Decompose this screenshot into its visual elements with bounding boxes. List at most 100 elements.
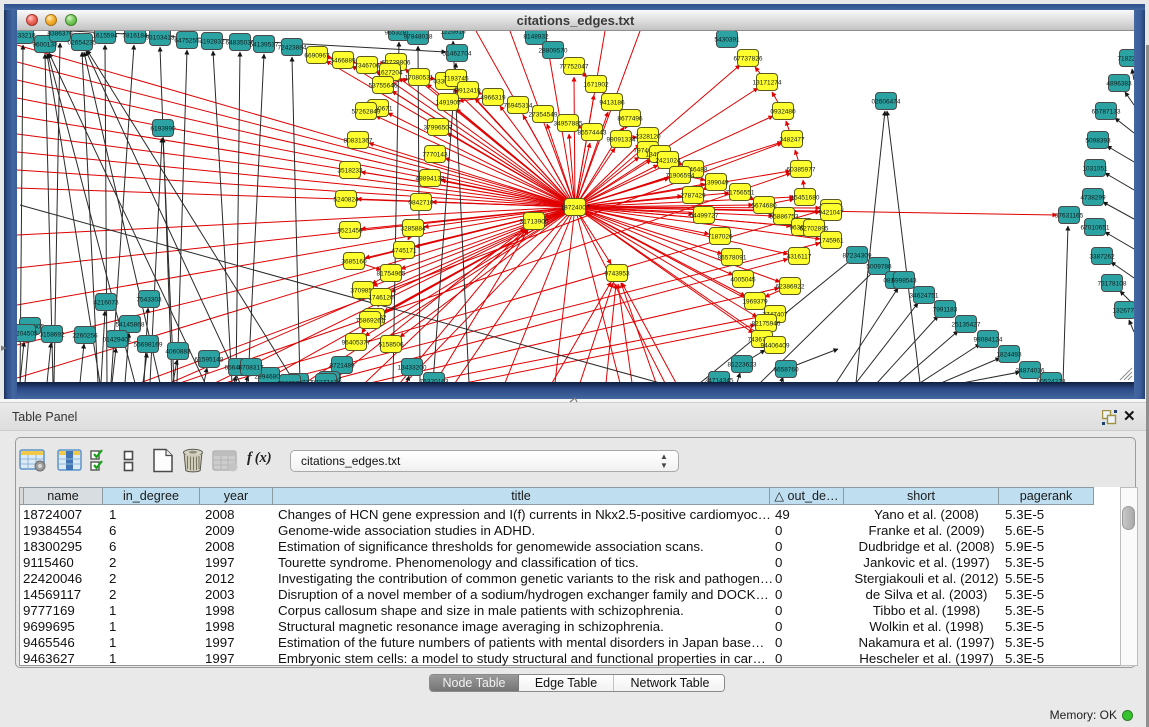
svg-text:9521456: 9521456 xyxy=(337,227,363,234)
svg-text:54145868: 54145868 xyxy=(116,321,145,328)
svg-text:1226916: 1226916 xyxy=(440,31,466,35)
svg-text:37996507: 37996507 xyxy=(424,124,453,131)
svg-text:67737826: 67737826 xyxy=(734,55,763,62)
svg-text:2260256: 2260256 xyxy=(72,332,98,339)
svg-text:28809570: 28809570 xyxy=(539,47,568,54)
svg-text:55698169: 55698169 xyxy=(134,341,163,348)
svg-text:04499727: 04499727 xyxy=(690,212,719,219)
svg-text:37631165: 37631165 xyxy=(1055,212,1084,219)
svg-text:64139537: 64139537 xyxy=(250,41,279,48)
svg-text:76945314: 76945314 xyxy=(504,102,533,109)
svg-text:7187026: 7187026 xyxy=(707,233,733,240)
svg-text:73178108: 73178108 xyxy=(1098,280,1127,287)
svg-text:17080531: 17080531 xyxy=(405,74,434,81)
svg-text:15451680: 15451680 xyxy=(791,194,820,201)
svg-text:1824493: 1824493 xyxy=(996,351,1022,358)
svg-text:3685160: 3685160 xyxy=(341,258,367,265)
svg-text:49894134: 49894134 xyxy=(416,175,445,182)
svg-text:5466889: 5466889 xyxy=(330,57,356,64)
svg-text:4745171: 4745171 xyxy=(391,247,417,254)
svg-text:81223623: 81223623 xyxy=(728,361,757,368)
svg-text:3285884: 3285884 xyxy=(400,225,426,232)
svg-text:5674680: 5674680 xyxy=(751,202,777,209)
svg-text:62386922: 62386922 xyxy=(776,283,805,290)
svg-text:4896383: 4896383 xyxy=(1106,80,1132,87)
svg-text:2421024: 2421024 xyxy=(655,157,681,164)
svg-text:1746120: 1746120 xyxy=(368,294,394,301)
svg-text:0932480: 0932480 xyxy=(770,108,796,115)
svg-text:6658760: 6658760 xyxy=(773,366,799,373)
svg-text:1745961: 1745961 xyxy=(818,237,844,244)
svg-text:82175946: 82175946 xyxy=(752,320,781,327)
svg-text:7346706: 7346706 xyxy=(354,62,380,69)
svg-text:71756551: 71756551 xyxy=(726,189,755,196)
svg-text:99091334: 99091334 xyxy=(607,136,636,143)
svg-text:3387262: 3387262 xyxy=(1089,253,1115,260)
svg-text:60385977: 60385977 xyxy=(787,166,816,173)
svg-text:1671902: 1671902 xyxy=(583,81,609,88)
svg-text:75869261: 75869261 xyxy=(356,317,385,324)
svg-text:4966319: 4966319 xyxy=(480,94,506,101)
svg-text:77752047: 77752047 xyxy=(560,63,589,70)
svg-text:72423884: 72423884 xyxy=(278,44,307,51)
svg-text:5009788: 5009788 xyxy=(866,263,892,270)
svg-text:6475255: 6475255 xyxy=(174,37,200,44)
svg-text:71906594: 71906594 xyxy=(666,172,695,179)
svg-text:81754965: 81754965 xyxy=(377,270,406,277)
svg-text:1399049: 1399049 xyxy=(703,179,729,186)
svg-text:8708317: 8708317 xyxy=(238,364,264,371)
svg-text:34624751: 34624751 xyxy=(910,292,939,299)
svg-text:1969379: 1969379 xyxy=(742,298,768,305)
svg-text:86578091: 86578091 xyxy=(718,254,747,261)
svg-text:4192832: 4192832 xyxy=(199,38,225,45)
svg-text:1627204: 1627204 xyxy=(377,69,403,76)
svg-text:9600133: 9600133 xyxy=(32,41,58,48)
svg-text:0842710: 0842710 xyxy=(408,199,434,206)
svg-text:02606474: 02606474 xyxy=(872,98,901,105)
svg-text:8386379: 8386379 xyxy=(47,31,73,37)
svg-text:6204505: 6204505 xyxy=(17,330,38,337)
svg-text:02654235: 02654235 xyxy=(68,39,97,46)
svg-text:7991183: 7991183 xyxy=(933,306,958,313)
svg-text:2787429: 2787429 xyxy=(680,192,706,199)
svg-text:34957885: 34957885 xyxy=(554,120,583,127)
svg-text:4316117: 4316117 xyxy=(787,253,812,260)
svg-text:1615594: 1615594 xyxy=(92,32,118,39)
svg-text:5430391: 5430391 xyxy=(714,36,740,43)
svg-text:31713900: 31713900 xyxy=(520,218,549,225)
svg-text:93103413: 93103413 xyxy=(146,34,175,41)
svg-text:5098393: 5098393 xyxy=(1085,137,1111,144)
svg-text:85574443: 85574443 xyxy=(578,129,607,136)
svg-text:34874016: 34874016 xyxy=(1016,367,1045,374)
svg-text:8677496: 8677496 xyxy=(617,115,643,122)
svg-text:5158506: 5158506 xyxy=(378,341,404,348)
svg-text:1031051: 1031051 xyxy=(1082,165,1108,172)
svg-text:61595148: 61595148 xyxy=(195,356,224,363)
svg-text:96405377: 96405377 xyxy=(342,339,371,346)
svg-text:7182278: 7182278 xyxy=(1117,55,1134,62)
svg-text:3518233: 3518233 xyxy=(337,167,363,174)
svg-text:4216073: 4216073 xyxy=(93,299,119,306)
svg-text:8148932: 8148932 xyxy=(523,33,549,40)
svg-text:0433218: 0433218 xyxy=(17,32,36,39)
svg-text:13171274: 13171274 xyxy=(753,79,782,86)
svg-text:5240824: 5240824 xyxy=(333,196,359,203)
svg-text:65787133: 65787133 xyxy=(1092,108,1121,115)
svg-text:94406409: 94406409 xyxy=(761,342,790,349)
svg-text:25135427: 25135427 xyxy=(952,321,981,328)
svg-text:8721489: 8721489 xyxy=(329,362,355,369)
svg-text:6690967: 6690967 xyxy=(304,52,330,59)
svg-text:7816184: 7816184 xyxy=(122,32,148,39)
svg-text:6193990: 6193990 xyxy=(150,125,176,132)
svg-text:97848018: 97848018 xyxy=(404,33,433,40)
svg-text:01429401: 01429401 xyxy=(103,336,132,343)
svg-text:51462704: 51462704 xyxy=(443,50,472,57)
svg-text:87234309: 87234309 xyxy=(843,252,872,259)
svg-text:1491905: 1491905 xyxy=(435,99,461,106)
svg-text:4060883: 4060883 xyxy=(165,348,191,355)
svg-text:2328120: 2328120 xyxy=(635,133,661,140)
svg-text:80831367: 80831367 xyxy=(344,137,373,144)
svg-text:1326773: 1326773 xyxy=(1112,307,1134,314)
svg-text:3158692: 3158692 xyxy=(39,331,65,338)
svg-text:7543303: 7543303 xyxy=(136,296,162,303)
